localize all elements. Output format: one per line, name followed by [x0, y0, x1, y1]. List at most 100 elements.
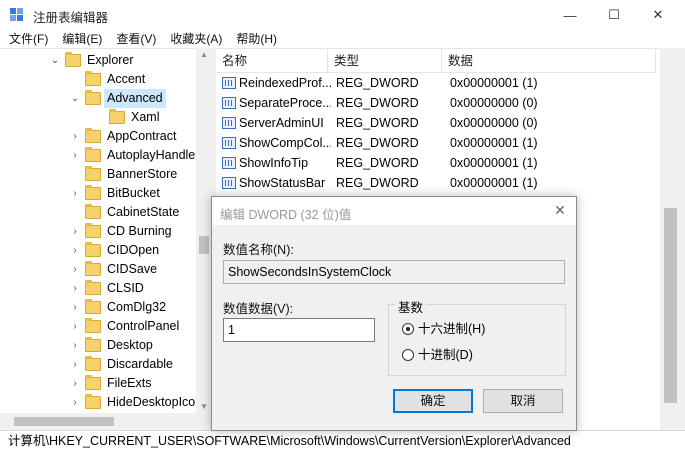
menu-help[interactable]: 帮助(H) [229, 30, 284, 48]
close-button[interactable]: ✕ [635, 0, 681, 30]
list-row[interactable]: ShowInfoTip REG_DWORD 0x00000001 (1) [216, 153, 656, 173]
tree-vertical-scrollbar[interactable]: ▲ ▼ [196, 48, 212, 413]
dialog-title: 编辑 DWORD (32 位)值 [220, 208, 352, 222]
tree-item[interactable]: › AppContract [0, 127, 196, 146]
tree-item-label: ComDlg32 [107, 300, 167, 314]
radio-decimal[interactable]: 十进制(D) [402, 347, 502, 363]
chevron-right-icon[interactable]: › [70, 317, 80, 336]
chevron-right-icon[interactable]: › [70, 260, 80, 279]
folder-icon [85, 71, 101, 86]
dialog-close-button[interactable]: ✕ [550, 200, 570, 220]
chevron-right-icon[interactable]: › [70, 241, 80, 260]
cell-name: ShowCompCol... [239, 136, 331, 150]
list-row[interactable]: ServerAdminUI REG_DWORD 0x00000000 (0) [216, 113, 656, 133]
expand-down-icon[interactable]: ⌄ [70, 89, 80, 108]
chevron-right-icon[interactable]: › [70, 374, 80, 393]
column-header-type[interactable]: 类型 [328, 49, 442, 73]
folder-icon [85, 90, 101, 105]
scroll-up-arrow-icon[interactable]: ▲ [200, 50, 208, 59]
maximize-button[interactable]: ☐ [591, 0, 637, 30]
radio-selected-icon [402, 323, 414, 335]
list-vertical-scrollbar[interactable] [660, 48, 685, 430]
chevron-right-icon[interactable]: › [70, 336, 80, 355]
value-name-field[interactable]: ShowSecondsInSystemClock [223, 260, 565, 284]
menu-favorites[interactable]: 收藏夹(A) [163, 30, 229, 48]
scrollbar-thumb[interactable] [14, 417, 114, 426]
tree-item[interactable]: › ControlPanel [0, 317, 196, 336]
expand-down-icon[interactable]: ⌄ [50, 51, 60, 70]
tree-horizontal-scrollbar[interactable] [0, 413, 212, 430]
cancel-button[interactable]: 取消 [483, 389, 563, 413]
folder-icon [85, 337, 101, 352]
tree-item-label: HideDesktopIcons [107, 395, 209, 409]
folder-icon [85, 375, 101, 390]
column-header-name[interactable]: 名称 [216, 49, 328, 73]
tree-item[interactable]: › Discardable [0, 355, 196, 374]
chevron-right-icon[interactable]: › [70, 184, 80, 203]
minimize-button[interactable]: — [547, 0, 593, 30]
folder-icon [85, 185, 101, 200]
menu-edit[interactable]: 编辑(E) [55, 30, 109, 48]
cell-data: 0x00000001 (1) [450, 76, 538, 90]
radio-hexadecimal[interactable]: 十六进制(H) [402, 321, 502, 337]
list-row[interactable]: ShowCompCol... REG_DWORD 0x00000001 (1) [216, 133, 656, 153]
folder-icon [85, 261, 101, 276]
title-bar: 注册表编辑器 — ☐ ✕ [0, 0, 685, 30]
tree-item[interactable]: › CIDOpen [0, 241, 196, 260]
chevron-right-icon[interactable]: › [70, 355, 80, 374]
tree-item[interactable]: › HideDesktopIcons [0, 393, 208, 412]
scroll-down-arrow-icon[interactable]: ▼ [200, 402, 208, 411]
list-row[interactable]: ShowStatusBar REG_DWORD 0x00000001 (1) [216, 173, 656, 193]
scrollbar-thumb[interactable] [664, 208, 677, 403]
folder-icon [85, 223, 101, 238]
tree-item[interactable]: › AutoplayHandler [0, 146, 199, 165]
cell-data: 0x00000001 (1) [450, 156, 538, 170]
column-header-data[interactable]: 数据 [442, 49, 656, 73]
tree-item[interactable]: ⌄ Explorer [0, 51, 196, 70]
tree-item[interactable]: Xaml [0, 108, 196, 127]
tree-item[interactable]: › CIDSave [0, 260, 196, 279]
radio-dec-label: 十进制(D) [418, 348, 473, 362]
ok-button[interactable]: 确定 [393, 389, 473, 413]
folder-icon [85, 242, 101, 257]
tree-item[interactable]: ⌄ Advanced [0, 89, 196, 108]
cell-name: ReindexedProf... [239, 76, 331, 90]
menu-view[interactable]: 查看(V) [109, 30, 163, 48]
cell-name: SeparateProce... [239, 96, 331, 110]
folder-icon [85, 280, 101, 295]
radio-hex-label: 十六进制(H) [418, 322, 486, 336]
list-row[interactable]: ReindexedProf... REG_DWORD 0x00000001 (1) [216, 73, 656, 93]
value-data-field[interactable]: 1 [223, 318, 375, 342]
tree-item[interactable]: › ComDlg32 [0, 298, 196, 317]
tree-item[interactable]: Accent [0, 70, 196, 89]
value-data-label: 数值数据(V): [223, 302, 294, 316]
cell-data: 0x00000000 (0) [450, 116, 538, 130]
reg-dword-icon [222, 97, 236, 109]
chevron-right-icon[interactable]: › [70, 127, 80, 146]
tree-item-label: Discardable [107, 357, 174, 371]
tree-item[interactable]: › BitBucket [0, 184, 196, 203]
folder-icon [85, 299, 101, 314]
list-row[interactable]: SeparateProce... REG_DWORD 0x00000000 (0) [216, 93, 656, 113]
cell-data: 0x00000000 (0) [450, 96, 538, 110]
folder-icon [85, 394, 101, 409]
chevron-right-icon[interactable]: › [70, 393, 80, 412]
menu-file[interactable]: 文件(F) [0, 30, 55, 48]
chevron-right-icon[interactable]: › [70, 298, 80, 317]
tree-item[interactable]: › CD Burning [0, 222, 196, 241]
chevron-right-icon[interactable]: › [70, 279, 80, 298]
cell-name: ShowStatusBar [239, 176, 326, 190]
reg-dword-icon [222, 157, 236, 169]
registry-tree[interactable]: ⌄ Explorer Accent ⌄ Advanced Xaml › AppContract… [0, 48, 212, 430]
tree-item[interactable]: BannerStore [0, 165, 196, 184]
chevron-right-icon[interactable]: › [70, 222, 80, 241]
cell-type: REG_DWORD [336, 176, 419, 190]
scrollbar-thumb[interactable] [199, 236, 209, 254]
tree-item[interactable]: › CLSID [0, 279, 196, 298]
tree-item[interactable]: CabinetState [0, 203, 196, 222]
chevron-right-icon[interactable]: › [70, 146, 80, 165]
edit-dword-dialog: 编辑 DWORD (32 位)值 ✕ 数值名称(N): ShowSecondsI… [211, 196, 577, 431]
tree-item[interactable]: › Desktop [0, 336, 196, 355]
cell-data: 0x00000001 (1) [450, 176, 538, 190]
tree-item[interactable]: › FileExts [0, 374, 196, 393]
